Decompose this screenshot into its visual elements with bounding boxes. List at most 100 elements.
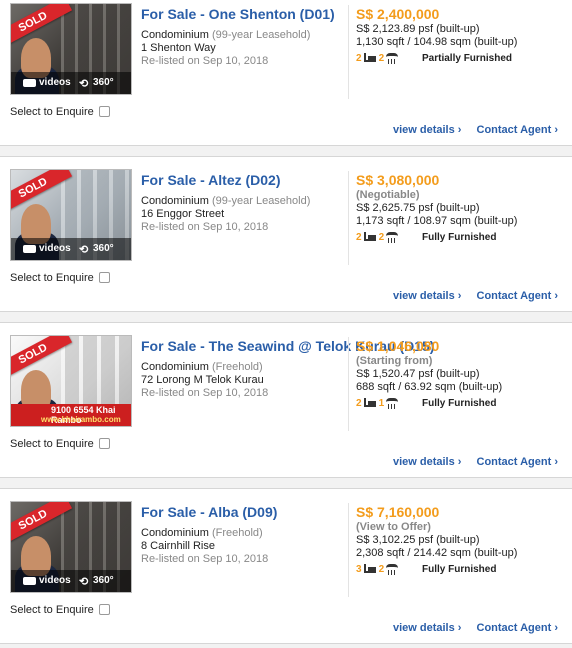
bath-icon: [386, 232, 399, 243]
price-note: (Starting from): [356, 355, 433, 367]
floor-area: 1,130 sqft / 104.98 sqm (built-up): [356, 36, 518, 48]
tenure: (99-year Leasehold): [211, 195, 311, 207]
listing-photo[interactable]: SOLD 9100 6554 Khai Rambo www.khairambo.…: [10, 335, 132, 427]
price-column: S$ 2,400,000 S$ 2,123.89 psf (built-up) …: [356, 5, 566, 66]
bed-icon: [363, 53, 376, 62]
contact-agent-link[interactable]: Contact Agent ›: [477, 456, 558, 468]
rotate-360-icon: ⟲: [79, 78, 89, 90]
video-camera-icon: [23, 245, 36, 253]
tenure: (Freehold): [211, 361, 263, 373]
price: S$ 7,160,000: [356, 504, 440, 520]
agent-website: www.khairambo.com: [41, 415, 121, 424]
video-camera-icon: [23, 577, 36, 585]
price-note: (View to Offer): [356, 521, 431, 533]
enquire-label: Select to Enquire: [10, 604, 94, 616]
price-column: S$ 3,080,000 (Negotiable) S$ 2,625.75 ps…: [356, 171, 566, 245]
floor-area: 1,173 sqft / 108.97 sqm (built-up): [356, 215, 518, 227]
media-bar: videos ⟲ 360°: [11, 238, 131, 260]
divider: [348, 171, 349, 265]
floor-area: 2,308 sqft / 214.42 sqm (built-up): [356, 547, 518, 559]
furnishing: Fully Furnished: [422, 398, 497, 409]
listing-info: Condominium (Freehold) 72 Lorong M Telok…: [141, 361, 268, 400]
enquire-option: Select to Enquire: [10, 438, 110, 450]
contact-agent-link[interactable]: Contact Agent ›: [477, 124, 558, 136]
psf: S$ 1,520.47 psf (built-up): [356, 368, 480, 380]
listing-photo[interactable]: SOLD videos ⟲ 360°: [10, 501, 132, 593]
relisted-date: Re-listed on Sep 10, 2018: [141, 221, 269, 233]
media-bar: videos ⟲ 360°: [11, 72, 131, 94]
bed-count: 2: [356, 53, 362, 64]
contact-agent-link[interactable]: Contact Agent ›: [477, 290, 558, 302]
bath-icon: [386, 398, 399, 409]
listing-actions: view details › Contact Agent ›: [381, 622, 558, 634]
price-column: S$ 1,046,080 (Starting from) S$ 1,520.47…: [356, 337, 566, 411]
media-bar: videos ⟲ 360°: [11, 570, 131, 592]
video-camera-icon: [23, 79, 36, 87]
enquire-checkbox[interactable]: [98, 604, 110, 615]
relisted-date: Re-listed on Sep 10, 2018: [141, 553, 269, 565]
property-type: Condominium: [141, 361, 209, 373]
listing-photo[interactable]: SOLD videos ⟲ 360°: [10, 3, 132, 95]
listing-info: Condominium (99-year Leasehold) 16 Enggo…: [141, 195, 310, 234]
agent-contact-bar: 9100 6554 Khai Rambo www.khairambo.com: [11, 404, 131, 426]
price: S$ 3,080,000: [356, 172, 440, 188]
features: 3 2 Fully Furnished: [356, 563, 566, 577]
psf: S$ 2,123.89 psf (built-up): [356, 23, 480, 35]
view-360-label[interactable]: 360°: [93, 77, 114, 88]
listing-title[interactable]: For Sale - One Shenton (D01): [141, 6, 335, 22]
rotate-360-icon: ⟲: [79, 244, 89, 256]
bath-count: 2: [378, 564, 385, 575]
enquire-checkbox[interactable]: [98, 106, 110, 117]
bath-count: 2: [378, 53, 385, 64]
view-details-link[interactable]: view details ›: [393, 622, 461, 634]
price-note: (Negotiable): [356, 189, 420, 201]
enquire-checkbox[interactable]: [98, 438, 110, 449]
listing-title[interactable]: For Sale - Altez (D02): [141, 172, 281, 188]
relisted-date: Re-listed on Sep 10, 2018: [141, 387, 269, 399]
furnishing: Fully Furnished: [422, 564, 497, 575]
view-details-link[interactable]: view details ›: [393, 124, 461, 136]
bed-count: 2: [356, 398, 362, 409]
furnishing: Fully Furnished: [422, 232, 497, 243]
listing-info: Condominium (99-year Leasehold) 1 Shento…: [141, 29, 310, 68]
features: 2 2 Partially Furnished: [356, 52, 566, 66]
view-details-link[interactable]: view details ›: [393, 290, 461, 302]
address: 72 Lorong M Telok Kurau: [141, 374, 264, 386]
bath-icon: [386, 53, 399, 64]
property-type: Condominium: [141, 527, 209, 539]
listing-actions: view details › Contact Agent ›: [381, 290, 558, 302]
rotate-360-icon: ⟲: [79, 576, 89, 588]
view-360-label[interactable]: 360°: [93, 575, 114, 586]
enquire-label: Select to Enquire: [10, 106, 94, 118]
enquire-option: Select to Enquire: [10, 106, 110, 118]
view-details-link[interactable]: view details ›: [393, 456, 461, 468]
bed-icon: [363, 398, 376, 407]
listing-actions: view details › Contact Agent ›: [381, 124, 558, 136]
bath-count: 2: [378, 232, 385, 243]
view-360-label[interactable]: 360°: [93, 243, 114, 254]
videos-label[interactable]: videos: [39, 77, 71, 88]
price: S$ 1,046,080: [356, 338, 440, 354]
videos-label[interactable]: videos: [39, 575, 71, 586]
listing-title[interactable]: For Sale - Alba (D09): [141, 504, 277, 520]
listing-card: SOLD videos ⟲ 360° Select to Enquire For…: [0, 0, 572, 146]
property-type: Condominium: [141, 195, 209, 207]
bed-count: 2: [356, 232, 362, 243]
bed-icon: [363, 232, 376, 241]
furnishing: Partially Furnished: [422, 53, 513, 64]
tenure: (Freehold): [211, 527, 263, 539]
contact-agent-link[interactable]: Contact Agent ›: [477, 622, 558, 634]
tenure: (99-year Leasehold): [211, 29, 311, 41]
price: S$ 2,400,000: [356, 6, 440, 22]
bed-icon: [363, 564, 376, 573]
listing-photo[interactable]: SOLD videos ⟲ 360°: [10, 169, 132, 261]
videos-label[interactable]: videos: [39, 243, 71, 254]
psf: S$ 3,102.25 psf (built-up): [356, 534, 480, 546]
bath-count: 1: [378, 398, 385, 409]
listing-card: SOLD videos ⟲ 360° Select to Enquire For…: [0, 156, 572, 312]
enquire-checkbox[interactable]: [98, 272, 110, 283]
address: 1 Shenton Way: [141, 42, 216, 54]
price-column: S$ 7,160,000 (View to Offer) S$ 3,102.25…: [356, 503, 566, 577]
enquire-option: Select to Enquire: [10, 272, 110, 284]
enquire-label: Select to Enquire: [10, 272, 94, 284]
